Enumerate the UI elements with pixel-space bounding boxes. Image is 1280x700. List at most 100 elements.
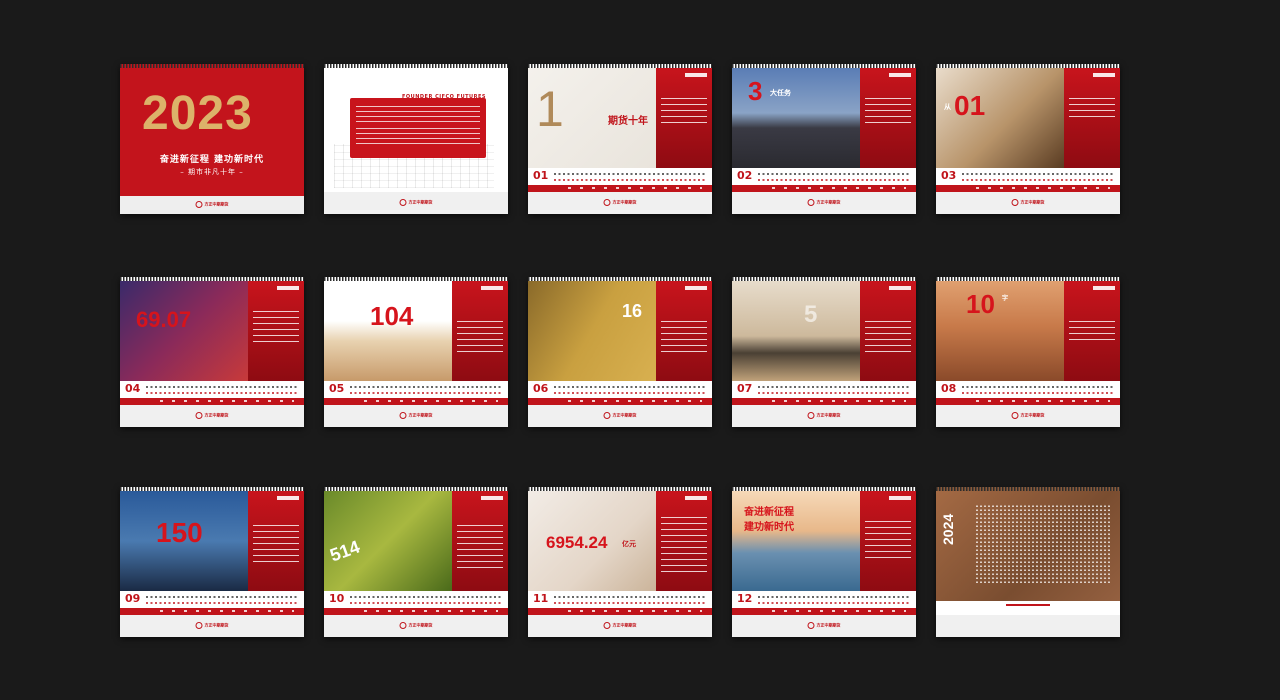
page-image: 1 期货十年 xyxy=(528,68,656,168)
red-bar xyxy=(120,608,304,615)
red-bar xyxy=(732,185,916,192)
calendar-page-jun[interactable]: 16 06 方正中期期货 xyxy=(528,277,712,427)
calendar-grid: 2023 奋进新征程 建功新时代 – 期市非凡十年 – 方正中期期货 FOUND… xyxy=(0,0,1280,700)
spiral-binding xyxy=(324,64,508,68)
date-strip: 09 xyxy=(120,591,304,608)
calendar-page-dec[interactable]: 奋进新征程 建功新时代 12 方正中期期货 xyxy=(732,487,916,637)
text-panel xyxy=(656,491,712,591)
calendar-base: 方正中期期货 xyxy=(324,615,508,637)
brand-logo: 方正中期期货 xyxy=(196,622,229,629)
month-number: 01 xyxy=(533,169,549,182)
calendar-base: 方正中期期货 xyxy=(324,405,508,427)
month-number: 09 xyxy=(125,592,141,605)
key-number: 150 xyxy=(156,517,203,548)
text-panel xyxy=(1064,281,1120,381)
key-number: 5 xyxy=(804,301,818,328)
page-image: 150 xyxy=(120,491,248,591)
month-number: 05 xyxy=(329,382,345,395)
brand-logo: 方正中期期货 xyxy=(808,199,841,206)
date-strip: 06 xyxy=(528,381,712,398)
brand-logo: 方正中期期货 xyxy=(400,412,433,419)
cover-subtitle: – 期市非凡十年 – xyxy=(180,168,244,176)
key-number: 10 xyxy=(966,289,995,319)
text-panel xyxy=(656,281,712,381)
calendar-base: 方正中期期货 xyxy=(528,615,712,637)
calendar-cover[interactable]: 2023 奋进新征程 建功新时代 – 期市非凡十年 – 方正中期期货 xyxy=(120,64,304,214)
calendar-page-jul[interactable]: 5 07 方正中期期货 xyxy=(732,277,916,427)
calendar-base: 方正中期期货 xyxy=(528,405,712,427)
brand-logo: 方正中期期货 xyxy=(400,622,433,629)
month-number: 06 xyxy=(533,382,549,395)
key-number: 6954.24 xyxy=(546,533,608,552)
calendar-back-2024[interactable]: 2024 xyxy=(936,487,1120,637)
calendar-base: 方正中期期货 xyxy=(732,615,916,637)
brand-logo: 方正中期期货 xyxy=(196,412,229,419)
calendar-base xyxy=(936,615,1120,637)
calendar-base: 方正中期期货 xyxy=(732,405,916,427)
month-number: 12 xyxy=(737,592,753,605)
month-number: 04 xyxy=(125,382,141,395)
key-number: 69.07 xyxy=(136,307,192,332)
red-bar xyxy=(324,398,508,405)
date-strip: 03 xyxy=(936,168,1120,185)
month-number: 07 xyxy=(737,382,753,395)
calendar-page-mar[interactable]: 从 01 03 方正中期期货 xyxy=(936,64,1120,214)
calendar-page-jan[interactable]: 1 期货十年 01 方正中期期货 xyxy=(528,64,712,214)
calendar-base: 方正中期期货 xyxy=(120,405,304,427)
month-number: 02 xyxy=(737,169,753,182)
date-strip: 01 xyxy=(528,168,712,185)
key-number: 16 xyxy=(622,301,643,321)
calendar-base: 方正中期期货 xyxy=(936,405,1120,427)
calendar-page-feb[interactable]: 3 大任务 02 方正中期期货 xyxy=(732,64,916,214)
back-year: 2024 xyxy=(940,513,956,545)
brand-logo: 方正中期期货 xyxy=(808,412,841,419)
key-number: 1 xyxy=(536,81,564,137)
text-panel xyxy=(860,68,916,168)
date-strip: 10 xyxy=(324,591,508,608)
brand-logo: 方正中期期货 xyxy=(1012,412,1045,419)
calendar-page-apr[interactable]: 69.07 04 方正中期期货 xyxy=(120,277,304,427)
red-bar xyxy=(936,398,1120,405)
text-panel xyxy=(452,281,508,381)
calendar-page-nov[interactable]: 6954.24 亿元 11 方正中期期货 xyxy=(528,487,712,637)
month-number: 08 xyxy=(941,382,957,395)
page-image: 奋进新征程 建功新时代 xyxy=(732,491,860,591)
calendar-page-aug[interactable]: 10 字 08 方正中期期货 xyxy=(936,277,1120,427)
calendar-page-may[interactable]: 104 05 方正中期期货 xyxy=(324,277,508,427)
page-image: 5 xyxy=(732,281,860,381)
month-number: 03 xyxy=(941,169,957,182)
brand-logo: 方正中期期货 xyxy=(808,622,841,629)
key-number: 01 xyxy=(954,90,986,121)
text-panel xyxy=(248,491,304,591)
calendar-page-oct[interactable]: 514 10 方正中期期货 xyxy=(324,487,508,637)
red-bar xyxy=(528,608,712,615)
cover-year: 2023 xyxy=(142,87,253,140)
calendar-page-sep[interactable]: 150 09 方正中期期货 xyxy=(120,487,304,637)
text-panel xyxy=(248,281,304,381)
calendar-intro-page[interactable]: FOUNDER CIFCO FUTURES 方正中期期货 xyxy=(324,64,508,214)
key-number: 3 xyxy=(748,76,763,106)
cover-slogan: 奋进新征程 建功新时代 xyxy=(159,155,265,165)
brand-logo: 方正中期期货 xyxy=(604,199,637,206)
intro-text-box xyxy=(350,98,486,158)
page-image: 104 xyxy=(324,281,452,381)
date-strip: 07 xyxy=(732,381,916,398)
red-bar xyxy=(120,398,304,405)
text-panel xyxy=(1064,68,1120,168)
red-bar xyxy=(732,608,916,615)
red-bar xyxy=(936,185,1120,192)
month-number: 11 xyxy=(533,592,549,605)
calendar-base: 方正中期期货 xyxy=(324,192,508,214)
key-number: 514 xyxy=(327,536,363,566)
back-footer xyxy=(936,601,1120,615)
page-image: 514 xyxy=(324,491,452,591)
brand-logo: 方正中期期货 xyxy=(604,622,637,629)
brand-logo: 方正中期期货 xyxy=(196,201,229,208)
page-image: 16 xyxy=(528,281,656,381)
text-panel xyxy=(860,281,916,381)
key-caption: 大任务 xyxy=(770,90,791,97)
date-strip: 02 xyxy=(732,168,916,185)
red-bar xyxy=(528,185,712,192)
brand-logo: 方正中期期货 xyxy=(1012,199,1045,206)
brand-logo: 方正中期期货 xyxy=(400,199,433,206)
